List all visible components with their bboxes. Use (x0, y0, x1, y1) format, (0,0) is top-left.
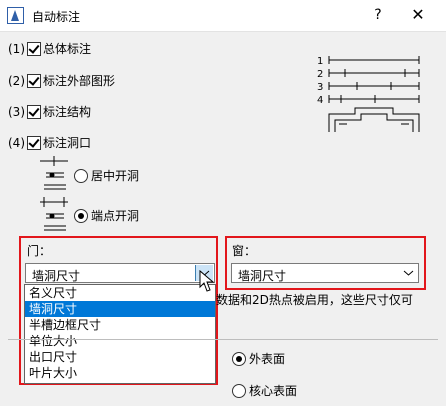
overall-dimension-checkbox[interactable] (27, 41, 41, 56)
door-label: 门： (27, 244, 52, 258)
list-item[interactable]: 名义尺寸 (25, 285, 215, 301)
window-dimension-value: 墙洞尺寸 (238, 269, 287, 283)
option-number: (3) (8, 104, 25, 119)
openings-checkbox[interactable] (27, 135, 41, 150)
door-dimension-list[interactable]: 名义尺寸 墙洞尺寸 半槽边框尺寸 单位大小 出口尺寸 叶片大小 (24, 284, 216, 384)
option-overall-dimension[interactable]: (1) 总体标注 (8, 40, 91, 57)
close-button[interactable]: ✕ (404, 4, 432, 26)
outer-surface-option[interactable]: 外表面 (232, 350, 285, 367)
preview-number: 1 (317, 56, 323, 67)
option-openings[interactable]: (4) 标注洞口 (8, 134, 91, 151)
option-number: (1) (8, 41, 25, 56)
door-dimension-value: 墙洞尺寸 (32, 269, 81, 283)
list-item[interactable]: 单位大小 (25, 333, 215, 349)
window-label: 窗： (232, 244, 257, 258)
chevron-down-icon[interactable] (400, 265, 417, 281)
edge-opening-label: 端点开洞 (91, 209, 140, 223)
center-opening-radio[interactable] (74, 168, 88, 183)
preview-number: 3 (317, 82, 323, 93)
help-button[interactable]: ? (366, 4, 390, 26)
option-number: (4) (8, 135, 25, 150)
window-title: 自动标注 (32, 10, 81, 24)
separator (8, 339, 438, 340)
info-note: 数据和2D热点被启用，这些尺寸仅可 (216, 293, 413, 307)
option-label: 总体标注 (43, 42, 92, 56)
edge-opening-radio[interactable] (74, 208, 88, 223)
list-item[interactable]: 出口尺寸 (25, 349, 215, 365)
app-icon (7, 7, 24, 24)
list-item[interactable]: 半槽边框尺寸 (25, 317, 215, 333)
option-label: 标注结构 (43, 105, 92, 119)
dimension-preview-diagram: 1 2 3 4 (317, 56, 420, 132)
structure-checkbox[interactable] (27, 104, 41, 119)
center-opening-option[interactable]: 居中开洞 (74, 167, 139, 184)
preview-number: 4 (317, 95, 323, 106)
core-surface-label: 核心表面 (249, 384, 298, 398)
option-structure[interactable]: (3) 标注结构 (8, 103, 91, 120)
edge-opening-option[interactable]: 端点开洞 (74, 207, 139, 224)
edge-opening-icon (40, 197, 68, 231)
outer-surface-radio[interactable] (232, 351, 246, 366)
center-opening-icon (40, 156, 68, 190)
core-surface-option[interactable]: 核心表面 (232, 382, 297, 399)
list-item-selected[interactable]: 墙洞尺寸 (25, 301, 215, 317)
option-number: (2) (8, 73, 25, 88)
core-surface-radio[interactable] (232, 383, 246, 398)
door-dimension-select[interactable]: 墙洞尺寸 (25, 263, 215, 283)
mouse-cursor-icon (199, 270, 215, 292)
external-shape-checkbox[interactable] (27, 73, 41, 88)
option-label: 标注外部图形 (43, 74, 116, 88)
window-dimension-select[interactable]: 墙洞尺寸 (231, 263, 419, 283)
option-label: 标注洞口 (43, 136, 92, 150)
preview-number: 2 (317, 69, 323, 80)
outer-surface-label: 外表面 (249, 352, 286, 366)
list-item[interactable]: 叶片大小 (25, 365, 215, 381)
center-opening-label: 居中开洞 (91, 169, 140, 183)
option-external-shape[interactable]: (2) 标注外部图形 (8, 72, 115, 89)
